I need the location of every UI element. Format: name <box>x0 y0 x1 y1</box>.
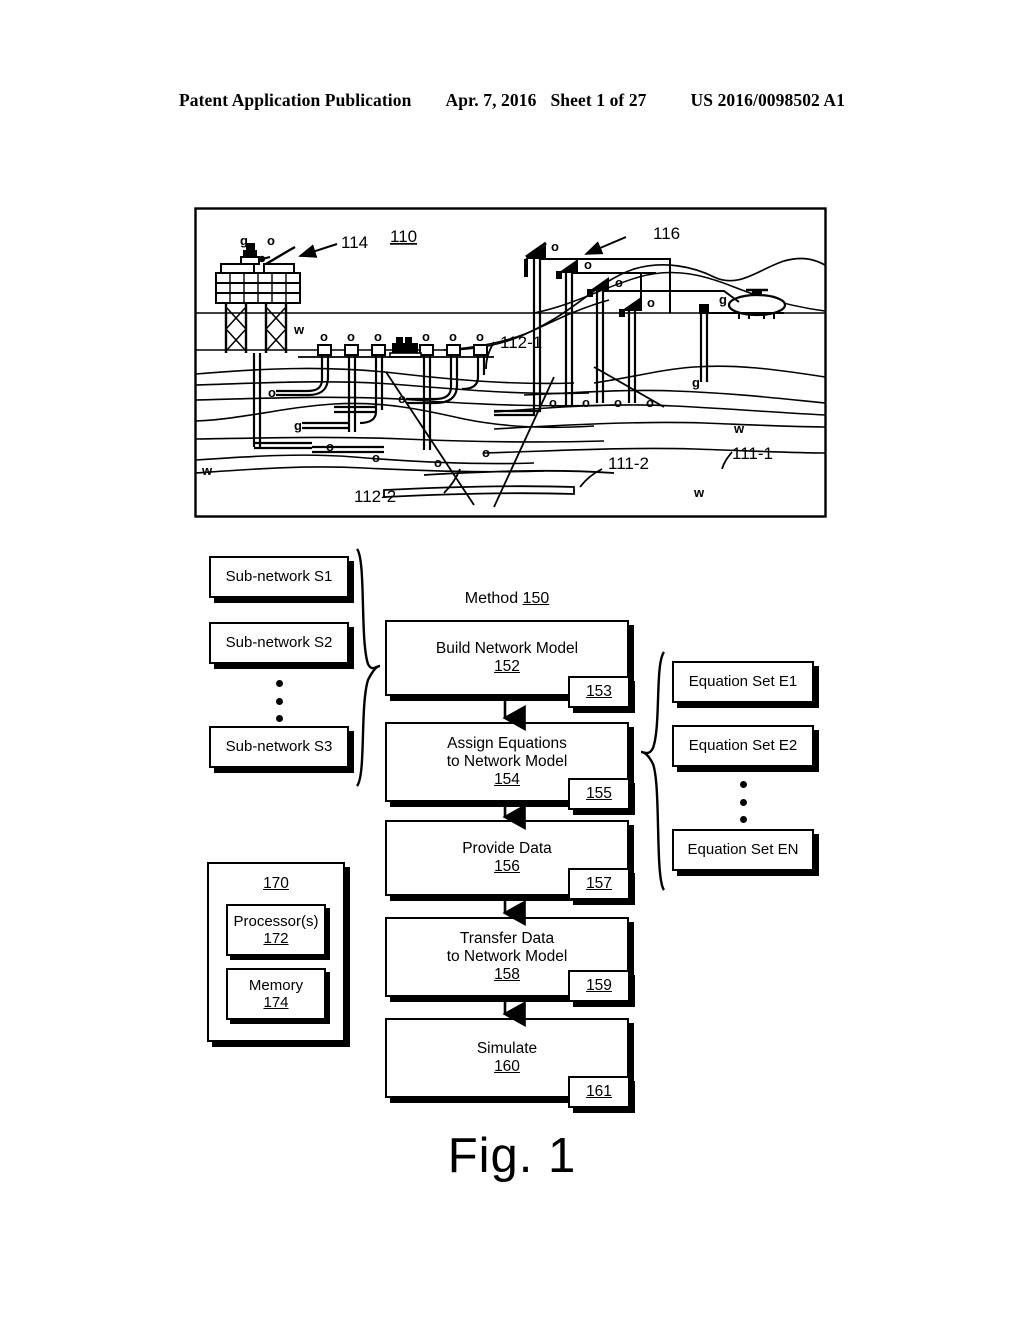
svg-text:o: o <box>422 329 430 344</box>
step-tag-161[interactable]: 161 <box>568 1076 630 1108</box>
svg-text:114: 114 <box>341 233 368 252</box>
patent-page: Patent Application Publication Apr. 7, 2… <box>0 0 1024 1320</box>
step-number: 152 <box>494 658 520 675</box>
svg-text:g: g <box>692 375 700 390</box>
equation-set-box-en[interactable]: Equation Set EN <box>672 829 814 871</box>
svg-text:o: o <box>551 239 559 254</box>
svg-text:o: o <box>614 395 622 410</box>
equation-set-label: Equation Set E1 <box>688 673 798 691</box>
field-illustration-panel: g o w 114 110 o o o o o o o g o o o o o … <box>194 207 827 518</box>
svg-text:o: o <box>549 395 557 410</box>
svg-text:o: o <box>320 329 328 344</box>
processor-number: 172 <box>263 930 289 947</box>
equation-set-ellipsis <box>739 781 747 823</box>
svg-text:112-1: 112-1 <box>500 333 542 352</box>
svg-text:o: o <box>449 329 457 344</box>
memory-box[interactable]: Memory 174 <box>226 968 326 1020</box>
step-label-line: Build Network Model <box>435 640 579 658</box>
figure-caption: Fig. 1 <box>447 1129 577 1183</box>
subnetwork-box-s3[interactable]: Sub-network S3 <box>209 726 349 768</box>
step-label-line: to Network Model <box>446 948 568 966</box>
subnetwork-box-s1[interactable]: Sub-network S1 <box>209 556 349 598</box>
svg-text:g: g <box>294 418 302 433</box>
svg-text:g: g <box>240 233 248 248</box>
step-label-line: Assign Equations <box>447 735 567 753</box>
memory-label: Memory <box>248 976 304 994</box>
equation-set-brace <box>640 651 666 891</box>
subnetwork-label: Sub-network S1 <box>225 568 333 586</box>
step-tag-155[interactable]: 155 <box>568 778 630 810</box>
step-tag-159[interactable]: 159 <box>568 970 630 1002</box>
step-number: 154 <box>494 770 520 788</box>
svg-text:g: g <box>719 292 727 307</box>
computing-system-box[interactable]: 170 Processor(s) 172 Memory 174 <box>207 862 345 1042</box>
svg-text:116: 116 <box>653 224 680 243</box>
step-label-line: Provide Data <box>462 840 552 858</box>
header-sheet: Sheet 1 of 27 <box>550 89 647 110</box>
step-tag-157[interactable]: 157 <box>568 868 630 900</box>
step-number: 158 <box>494 965 520 983</box>
svg-text:o: o <box>268 385 276 400</box>
equation-set-label: Equation Set E2 <box>688 737 798 755</box>
svg-text:o: o <box>347 329 355 344</box>
step-tag-153[interactable]: 153 <box>568 676 630 708</box>
processor-box[interactable]: Processor(s) 172 <box>226 904 326 956</box>
svg-text:w: w <box>293 322 305 337</box>
header-patent-number: US 2016/0098502 A1 <box>690 89 845 110</box>
svg-text:o: o <box>476 329 484 344</box>
equation-set-box-e1[interactable]: Equation Set E1 <box>672 661 814 703</box>
method-title-prefix: Method <box>464 590 523 607</box>
header-date: Apr. 7, 2016 <box>445 89 537 110</box>
step-number: 156 <box>494 858 520 875</box>
svg-text:w: w <box>733 421 745 436</box>
svg-text:o: o <box>646 395 654 410</box>
publication-header: Patent Application Publication Apr. 7, 2… <box>0 88 1024 112</box>
svg-text:o: o <box>647 295 655 310</box>
svg-text:o: o <box>374 329 382 344</box>
step-label-line: Simulate <box>476 1040 538 1058</box>
subnetwork-brace <box>355 548 381 787</box>
subnetwork-box-s2[interactable]: Sub-network S2 <box>209 622 349 664</box>
method-title: Method 150 <box>385 590 629 608</box>
svg-text:111-2: 111-2 <box>608 454 649 473</box>
equation-set-box-e2[interactable]: Equation Set E2 <box>672 725 814 767</box>
subnetwork-label: Sub-network S3 <box>225 738 333 756</box>
svg-text:110: 110 <box>390 227 417 246</box>
svg-text:o: o <box>434 455 442 470</box>
svg-text:w: w <box>693 485 705 500</box>
header-publication-type: Patent Application Publication <box>178 89 412 110</box>
processor-label: Processor(s) <box>233 912 319 930</box>
subnetwork-ellipsis <box>275 680 283 722</box>
svg-text:o: o <box>267 233 275 248</box>
step-label-line: to Network Model <box>446 753 568 771</box>
step-number: 160 <box>494 1058 520 1075</box>
svg-text:o: o <box>582 395 590 410</box>
svg-text:111-1: 111-1 <box>732 444 773 463</box>
svg-text:o: o <box>615 275 623 290</box>
svg-text:o: o <box>398 391 406 406</box>
svg-text:112-2: 112-2 <box>354 487 396 506</box>
step-label-line: Transfer Data <box>459 930 555 948</box>
method-title-number: 150 <box>522 590 550 607</box>
svg-text:w: w <box>201 463 213 478</box>
equation-set-label: Equation Set EN <box>687 841 799 859</box>
memory-number: 174 <box>263 994 289 1011</box>
computing-system-number: 170 <box>263 875 289 892</box>
subnetwork-label: Sub-network S2 <box>225 634 333 652</box>
